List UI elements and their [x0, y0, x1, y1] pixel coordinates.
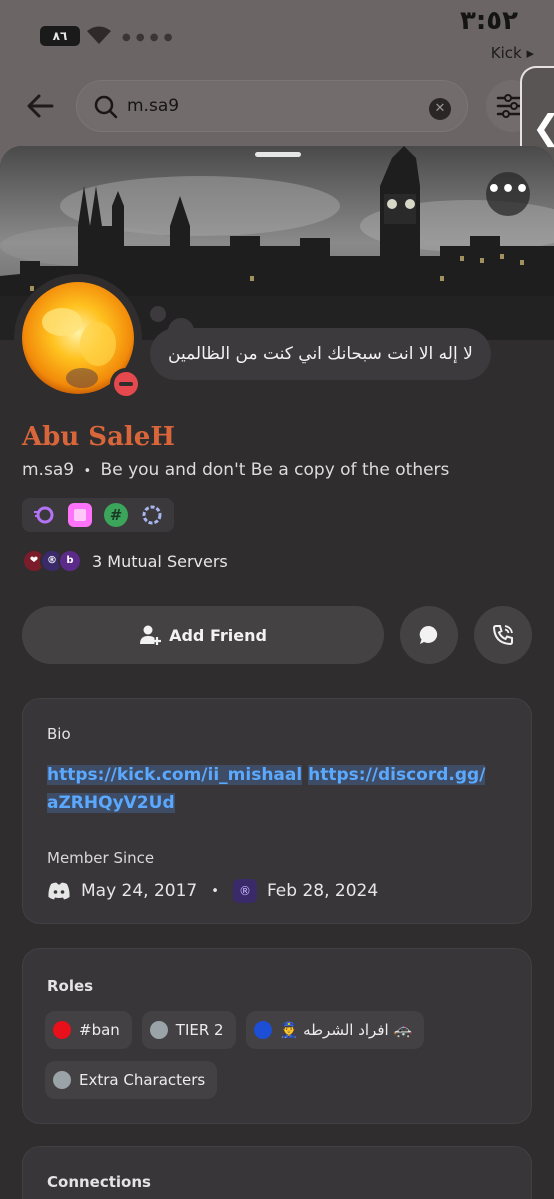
roles-title: Roles: [47, 977, 94, 995]
bio-title: Bio: [47, 725, 71, 743]
bio-link-discord[interactable]: https://discord.gg/: [308, 765, 486, 785]
role-chip[interactable]: 👮 افراد الشرطه 🚓: [245, 1011, 425, 1049]
role-color-dot: [53, 1071, 71, 1089]
separator-dot: •: [83, 464, 92, 479]
role-color-dot: [53, 1021, 71, 1039]
avatar-container: [14, 274, 142, 402]
chat-bubble-icon: [419, 625, 438, 644]
role-label: TIER 2: [175, 1021, 224, 1039]
mutual-servers[interactable]: ❤ ® b 3 Mutual Servers: [22, 548, 228, 574]
status-clock: ٣:٥٢: [459, 6, 518, 36]
do-not-disturb-icon: [110, 368, 142, 400]
signal-icon: ● ● ● ●: [122, 32, 174, 43]
username: m.sa9: [22, 460, 75, 480]
username-line: m.sa9 • Be you and don't Be a copy of th…: [22, 460, 449, 480]
member-since-row: May 24, 2017 • ® Feb 28, 2024: [47, 879, 378, 903]
search-input[interactable]: m.sa9 ✕: [76, 80, 468, 132]
server-boost-icon[interactable]: [140, 503, 164, 527]
mutual-servers-label: 3 Mutual Servers: [92, 551, 228, 571]
bio-link-kick[interactable]: https://kick.com/ii_mishaal: [47, 765, 303, 785]
hypesquad-icon[interactable]: [68, 503, 92, 527]
nitro-icon[interactable]: [32, 503, 56, 527]
role-chip[interactable]: #ban: [45, 1011, 132, 1049]
back-arrow-icon[interactable]: [22, 88, 58, 124]
role-label: Extra Characters: [79, 1071, 206, 1089]
server-icon: ®: [232, 879, 257, 903]
sheet-grab-handle[interactable]: [255, 152, 301, 157]
role-label: 👮 افراد الشرطه 🚓: [279, 1021, 413, 1039]
call-button[interactable]: [474, 606, 532, 664]
connections-card: Connections: [22, 1146, 532, 1199]
custom-status: لا إله الا انت سبحانك اني كنت من الظالمي…: [150, 328, 491, 380]
discord-logo-icon: [48, 882, 70, 900]
bio-card: Bio https://kick.com/ii_mishaal https://…: [22, 698, 532, 924]
more-dots-icon: •••: [486, 177, 530, 202]
separator-dot: •: [211, 883, 219, 899]
server-avatar: b: [58, 549, 82, 573]
role-label: #ban: [79, 1021, 120, 1039]
roles-card: Roles #ban TIER 2 👮 افراد الشرطه 🚓 Extra…: [22, 948, 532, 1124]
back-to-app-link[interactable]: Kick ▸: [491, 44, 534, 62]
status-bubble-dot: [150, 306, 166, 322]
bio-link-discord-code[interactable]: aZRHQyV2Ud: [47, 793, 175, 813]
add-friend-label: Add Friend: [169, 625, 267, 645]
role-color-dot: [253, 1021, 272, 1039]
badge-list: #: [22, 498, 174, 532]
chevron-left-icon: ❮: [532, 108, 554, 148]
profile-sheet: ••• لا إله الا انت سبحانك اني كنت من الظ…: [0, 146, 554, 1199]
battery-indicator: ٨٦: [40, 26, 80, 46]
add-user-icon: [140, 625, 162, 645]
wifi-icon: [87, 26, 111, 44]
search-query: m.sa9: [127, 96, 180, 116]
search-icon: [94, 95, 118, 119]
hashtag-icon[interactable]: #: [104, 503, 128, 527]
role-chip[interactable]: Extra Characters: [45, 1061, 218, 1099]
profile-tagline: Be you and don't Be a copy of the others: [100, 460, 450, 480]
clear-search-icon[interactable]: ✕: [429, 98, 451, 120]
member-since-label: Member Since: [47, 849, 155, 867]
role-list: #ban TIER 2 👮 افراد الشرطه 🚓 Extra Chara…: [45, 1011, 515, 1099]
discord-join-date: May 24, 2017: [81, 881, 198, 901]
server-join-date: Feb 28, 2024: [266, 881, 379, 901]
role-color-dot: [149, 1021, 168, 1039]
add-friend-button[interactable]: Add Friend: [22, 606, 384, 664]
role-chip[interactable]: TIER 2: [141, 1011, 236, 1049]
display-name: Abu SaleH: [22, 422, 175, 452]
more-options-button[interactable]: •••: [486, 172, 530, 216]
phone-icon: [492, 625, 513, 646]
bio-links: https://kick.com/ii_mishaal https://disc…: [47, 761, 507, 817]
message-button[interactable]: [400, 606, 458, 664]
status-bar: ٨٦ ● ● ● ● ٣:٥٢ Kick ▸: [0, 0, 554, 70]
connections-title: Connections: [47, 1173, 151, 1191]
